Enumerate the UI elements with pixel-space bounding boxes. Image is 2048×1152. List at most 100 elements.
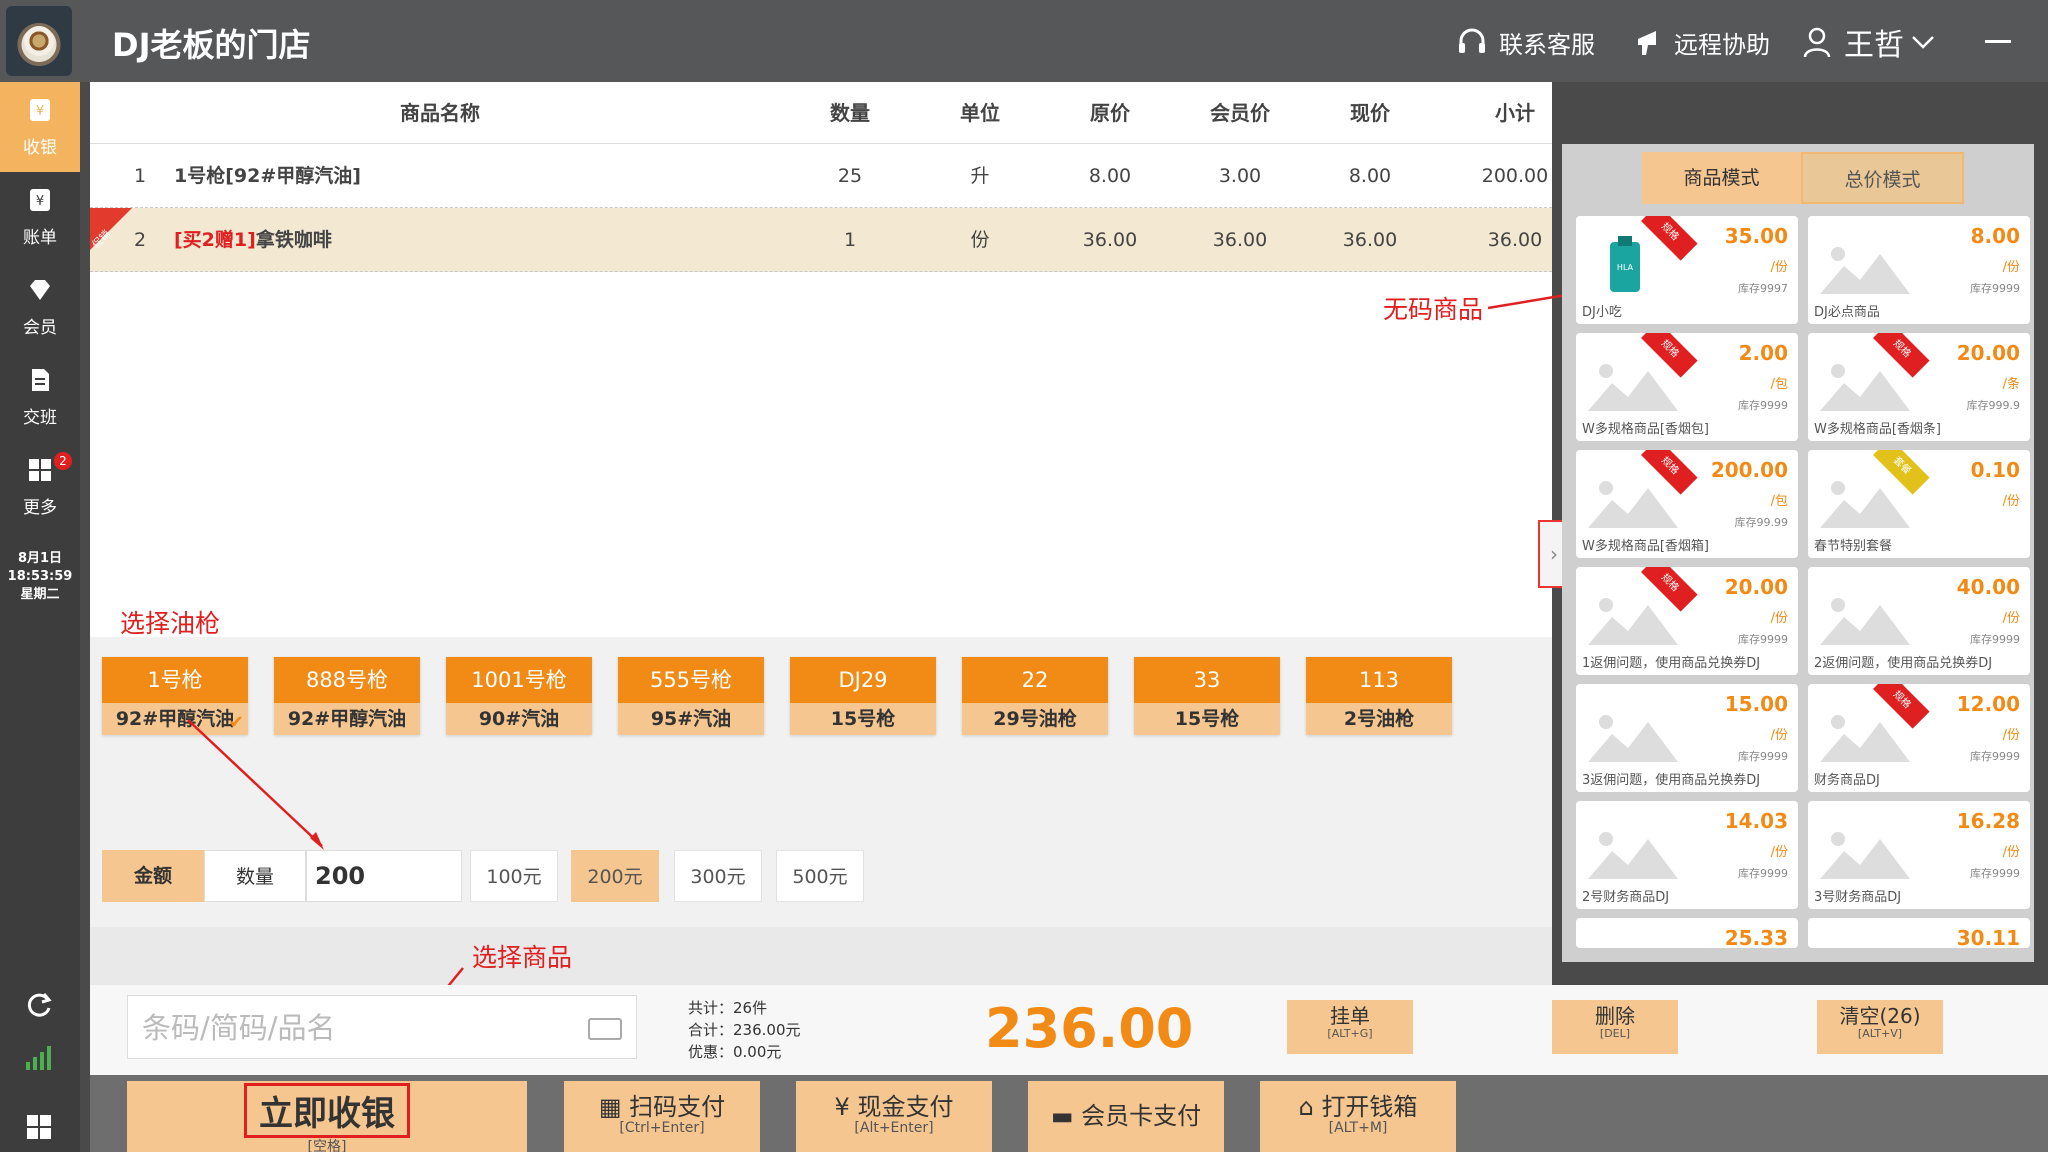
remote-assist-button[interactable]: 远程协助 xyxy=(1630,22,1770,62)
col-header-member-price: 会员价 xyxy=(1210,101,1270,125)
amount-input[interactable]: 200 xyxy=(306,850,462,902)
quick-amount-button[interactable]: 200元 xyxy=(571,850,659,902)
gun-name: 555号枪 xyxy=(618,657,764,703)
image-placeholder-icon xyxy=(1820,598,1910,645)
product-unit: /份 xyxy=(1770,611,1788,626)
gun-button[interactable]: 1号枪 92#甲醇汽油 ✔ xyxy=(102,657,248,735)
drawer-label: 打开钱箱 xyxy=(1321,1093,1418,1121)
product-stock: 库存9999 xyxy=(1738,399,1788,412)
sidebar-item-cashier[interactable]: ¥ 收银 xyxy=(0,82,80,172)
cashier-icon: ¥ xyxy=(30,98,50,121)
keyboard-icon[interactable] xyxy=(588,1018,622,1040)
promo-tag: [买2赠1] xyxy=(174,229,256,251)
gun-name: 1号枪 xyxy=(102,657,248,703)
quick-amount-button[interactable]: 500元 xyxy=(776,850,864,902)
sidebar-item-member[interactable]: 会员 xyxy=(0,262,80,352)
contact-service-button[interactable]: 联系客服 xyxy=(1455,22,1595,62)
product-card[interactable]: 规格 200.00/包 库存99.99 W多规格商品[香烟箱] xyxy=(1576,450,1798,558)
bottom-bar: 条码/简码/品名 共计：26件 合计：236.00元 优惠：0.00元 236.… xyxy=(90,985,2048,1152)
gun-name: 1001号枪 xyxy=(446,657,592,703)
product-stock: 库存9999 xyxy=(1738,633,1788,646)
product-card[interactable]: 15.00/份 库存9999 3返佣问题，使用商品兑换券DJ xyxy=(1576,684,1798,792)
product-price: 20.00 xyxy=(1956,341,2020,365)
product-price: 8.00 xyxy=(1970,224,2020,248)
annotation-select-product: 选择商品 xyxy=(472,943,573,972)
product-name: DJ小吃 xyxy=(1582,305,1622,320)
user-menu[interactable]: 王哲 xyxy=(1800,22,1936,63)
product-card[interactable]: 25.33 xyxy=(1576,918,1798,948)
sidebar-item-bills[interactable]: ¥ 账单 xyxy=(0,172,80,262)
gun-fuel: 2号油枪 xyxy=(1306,703,1452,735)
refresh-icon[interactable] xyxy=(24,990,54,1020)
product-card[interactable]: HLA 规格 35.00/份 库存9997 DJ小吃 xyxy=(1576,216,1798,324)
gun-button[interactable]: 33 15号枪 xyxy=(1134,657,1280,735)
product-name: 春节特别套餐 xyxy=(1814,539,1893,554)
quick-amount-button[interactable]: 300元 xyxy=(674,850,762,902)
col-header-orig-price: 原价 xyxy=(1090,101,1130,125)
windows-icon[interactable] xyxy=(24,1112,54,1142)
gun-button[interactable]: DJ29 15号枪 xyxy=(790,657,936,735)
scan-pay-shortcut: [Ctrl+Enter] xyxy=(619,1120,705,1136)
tab-total-mode[interactable]: 总价模式 xyxy=(1801,152,1964,204)
gun-button[interactable]: 555号枪 95#汽油 xyxy=(618,657,764,735)
product-stock: 库存99.99 xyxy=(1734,516,1789,529)
product-card[interactable]: 规格 20.00/条 库存999.9 W多规格商品[香烟条] xyxy=(1808,333,2030,441)
search-input[interactable]: 条码/简码/品名 xyxy=(127,995,637,1059)
scan-pay-button[interactable]: ▦ 扫码支付 [Ctrl+Enter] xyxy=(564,1081,760,1152)
gun-button[interactable]: 1001号枪 90#汽油 xyxy=(446,657,592,735)
summary-count: 共计：26件 xyxy=(688,999,768,1017)
product-unit: /份 xyxy=(2002,494,2020,509)
time-text: 18:53:59 xyxy=(7,569,73,584)
product-card[interactable]: 规格 12.00/份 库存9999 财务商品DJ xyxy=(1808,684,2030,792)
quick-amount-button[interactable]: 100元 xyxy=(470,850,558,902)
user-icon xyxy=(1803,27,1831,58)
product-card[interactable]: 套餐 0.10/份 春节特别套餐 xyxy=(1808,450,2030,558)
image-placeholder-icon xyxy=(1588,832,1678,879)
notification-badge: 2 xyxy=(54,452,72,470)
hold-order-button[interactable]: 挂单 [ALT+G] xyxy=(1287,1000,1413,1054)
table-row[interactable]: 促销 2 [买2赠1]拿铁咖啡 1 份 36.00 36.00 36.00 36… xyxy=(90,208,1552,272)
gun-fuel: 95#汽油 xyxy=(618,703,764,735)
gun-button[interactable]: 113 2号油枪 xyxy=(1306,657,1452,735)
product-card[interactable]: 规格 20.00/份 库存9999 1返佣问题，使用商品兑换券DJ xyxy=(1576,567,1798,675)
payment-row: 立即收银 [空格] ▦ 扫码支付 [Ctrl+Enter] ¥ 现金支付 [Al… xyxy=(90,1075,2048,1152)
gun-fuel: 92#甲醇汽油 xyxy=(274,703,420,735)
store-logo xyxy=(6,6,72,76)
product-unit: /包 xyxy=(1770,377,1788,392)
product-card[interactable]: 14.03/份 库存9999 2号财务商品DJ xyxy=(1576,801,1798,909)
check-icon: ✔ xyxy=(228,712,244,733)
product-panel: 商品模式 总价模式 HLA 规格 35.00/份 库存9997 DJ小吃 8.00/份 库存… xyxy=(1562,144,2034,962)
gun-fuel: 90#汽油 xyxy=(446,703,592,735)
member-card-pay-button[interactable]: ▬ 会员卡支付 xyxy=(1028,1081,1224,1152)
clear-button[interactable]: 清空(26) [ALT+V] xyxy=(1817,1000,1943,1054)
tab-quantity[interactable]: 数量 xyxy=(204,850,306,902)
minimize-button[interactable] xyxy=(1985,40,2011,43)
sidebar-item-more[interactable]: 更多 2 xyxy=(0,442,80,532)
delete-button[interactable]: 删除 [DEL] xyxy=(1552,1000,1678,1054)
cash-pay-button[interactable]: ¥ 现金支付 [Alt+Enter] xyxy=(796,1081,992,1152)
annotation-select-gun: 选择油枪 xyxy=(120,609,221,638)
product-card[interactable]: 30.11 xyxy=(1808,918,2030,948)
product-card[interactable]: 16.28/份 库存9999 3号财务商品DJ xyxy=(1808,801,2030,909)
summary-total: 合计：236.00元 xyxy=(688,1021,801,1039)
gun-fuel: 15号枪 xyxy=(790,703,936,735)
tab-product-mode[interactable]: 商品模式 xyxy=(1642,152,1801,204)
contact-service-label: 联系客服 xyxy=(1499,30,1595,59)
row-product-name: 拿铁咖啡 xyxy=(255,229,332,251)
product-name: 1返佣问题，使用商品兑换券DJ xyxy=(1582,656,1761,671)
row-unit: 份 xyxy=(970,229,990,251)
tab-amount[interactable]: 金额 xyxy=(102,850,204,902)
amount-input-row: 金额 数量 200 xyxy=(102,850,462,902)
gun-button[interactable]: 22 29号油枪 xyxy=(962,657,1108,735)
product-card[interactable]: 8.00/份 库存9999 DJ必点商品 xyxy=(1808,216,2030,324)
checkout-now-button[interactable]: 立即收银 [空格] xyxy=(127,1081,527,1152)
gun-button[interactable]: 888号枪 92#甲醇汽油 xyxy=(274,657,420,735)
row-name: 1号枪[92#甲醇汽油] xyxy=(174,165,361,187)
table-row[interactable]: 1 1号枪[92#甲醇汽油] 25 升 8.00 3.00 8.00 200.0… xyxy=(90,144,1552,208)
product-card[interactable]: 40.00/份 库存9999 2返佣问题，使用商品兑换券DJ xyxy=(1808,567,2030,675)
open-drawer-button[interactable]: ⌂ 打开钱箱 [ALT+M] xyxy=(1260,1081,1456,1152)
product-name: W多规格商品[香烟包] xyxy=(1582,422,1709,437)
gun-fuel: 92#甲醇汽油 xyxy=(102,703,248,735)
product-card[interactable]: 规格 2.00/包 库存9999 W多规格商品[香烟包] xyxy=(1576,333,1798,441)
sidebar-item-shift[interactable]: 交班 xyxy=(0,352,80,442)
